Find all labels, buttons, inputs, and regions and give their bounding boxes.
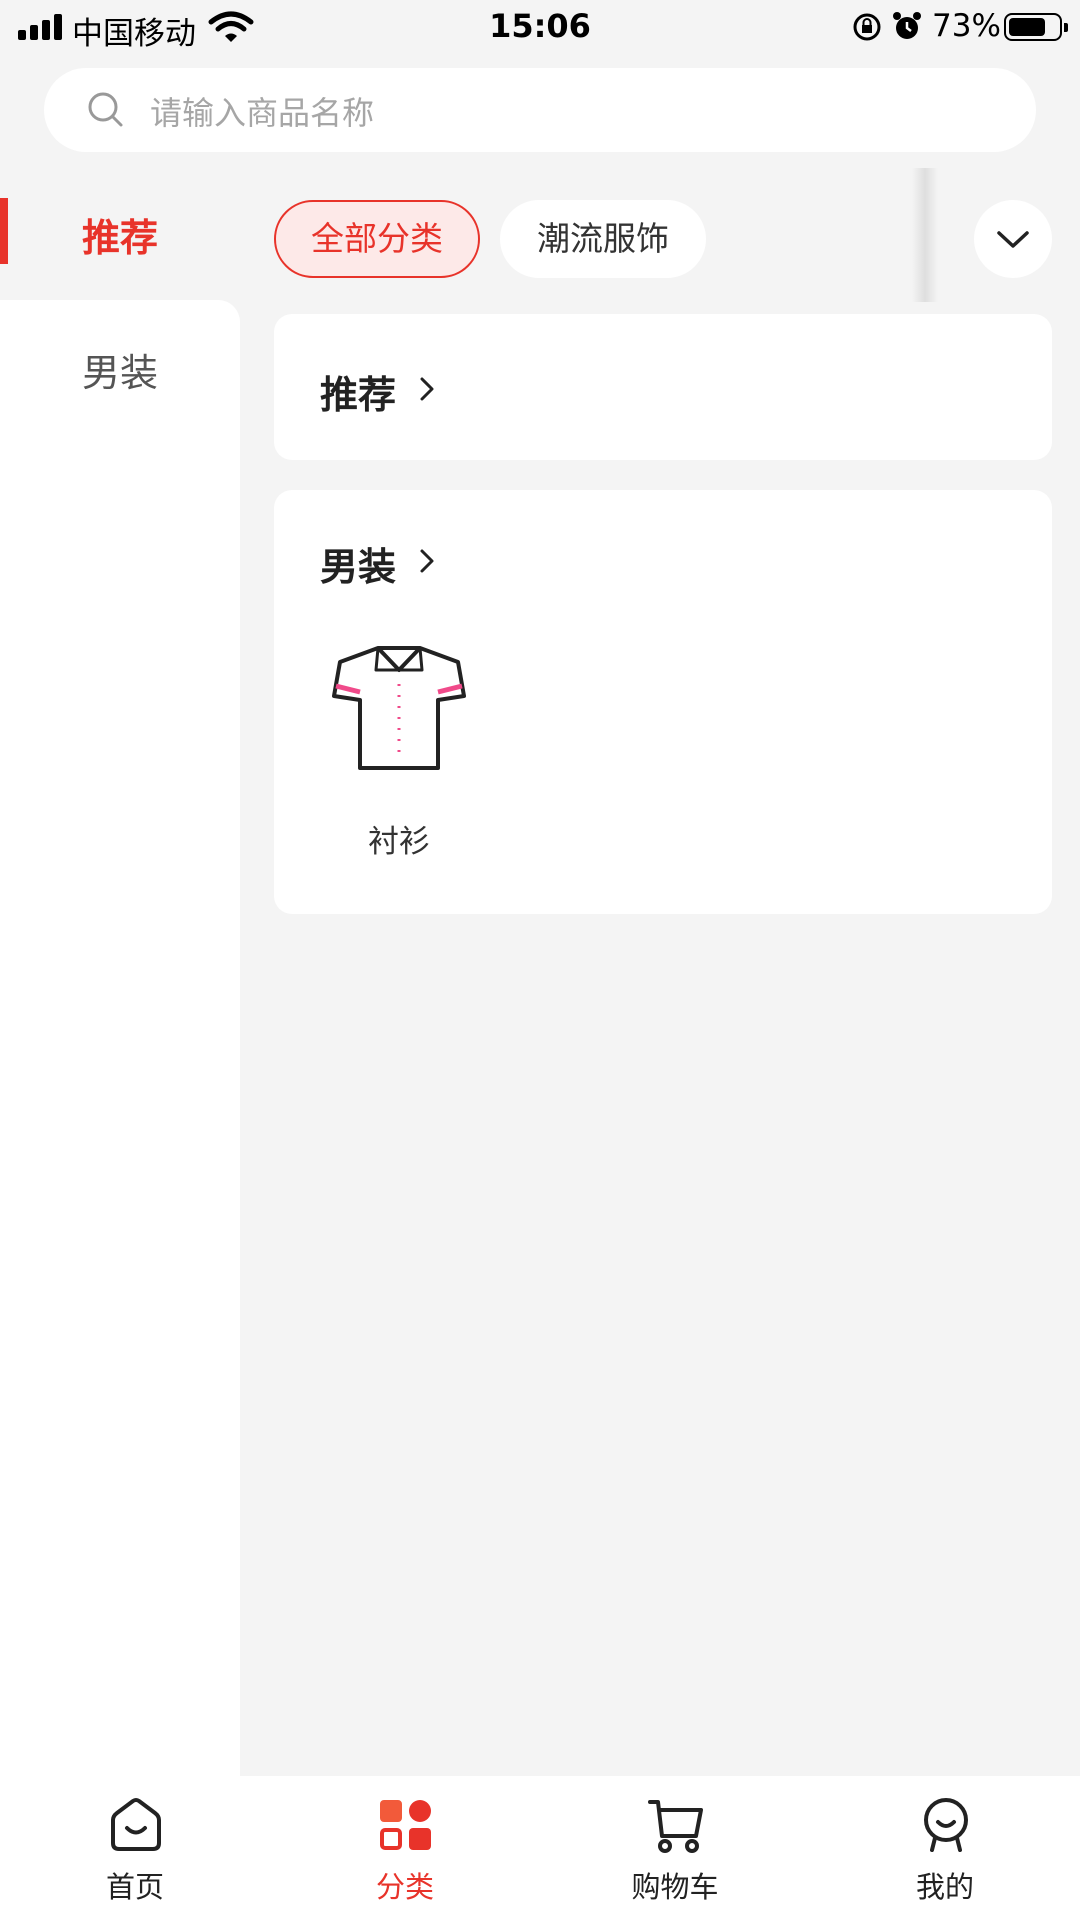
sidebar: 男装: [0, 300, 240, 1776]
sidebar-item-label: 推荐: [81, 216, 158, 260]
nav-label: 首页: [105, 1870, 164, 1904]
app-screen: 中国移动 15:06 73% 请输入商品名称 推荐 男装 全部分类 潮流服饰 推…: [0, 0, 1080, 1920]
chip-scroll-fade: [912, 168, 938, 302]
search-icon: [88, 92, 123, 127]
nav-label: 分类: [375, 1870, 434, 1904]
cart-icon: [648, 1800, 703, 1853]
section-title[interactable]: 男装: [320, 536, 396, 591]
chevron-down-icon: [997, 231, 1029, 248]
home-icon: [111, 1798, 161, 1851]
profile-icon: [924, 1798, 968, 1852]
nav-item-category[interactable]: 分类: [270, 1776, 540, 1920]
search-input[interactable]: 请输入商品名称: [150, 88, 374, 134]
rotation-lock-icon: [853, 13, 881, 41]
section-card-recommend[interactable]: 推荐: [274, 314, 1052, 460]
bottom-nav: 首页 分类 购物车 我的: [0, 1776, 1080, 1920]
expand-categories-button[interactable]: [974, 200, 1052, 278]
section-card-menswear: 男装 衬衫: [274, 490, 1052, 914]
chip-trend-fashion[interactable]: 潮流服饰: [500, 200, 706, 278]
nav-item-profile[interactable]: 我的: [810, 1776, 1080, 1920]
sidebar-item-label: 男装: [81, 351, 158, 395]
category-icon: [380, 1800, 431, 1850]
nav-item-cart[interactable]: 购物车: [540, 1776, 810, 1920]
chip-all-categories[interactable]: 全部分类: [274, 200, 480, 278]
alarm-icon: [893, 12, 921, 39]
nav-label: 我的: [915, 1870, 974, 1904]
sidebar-item-menswear[interactable]: 男装: [0, 300, 240, 430]
subcategory-label: 衬衫: [368, 824, 430, 860]
sidebar-item-recommend[interactable]: 推荐: [0, 180, 240, 300]
nav-label: 购物车: [631, 1870, 719, 1904]
shirt-icon: [332, 646, 466, 770]
nav-item-home[interactable]: 首页: [0, 1776, 270, 1920]
search-bar[interactable]: 请输入商品名称: [44, 68, 1036, 152]
status-bar: 中国移动 15:06 73%: [0, 0, 1080, 56]
chevron-right-icon[interactable]: [416, 546, 438, 576]
chevron-right-icon: [420, 377, 434, 401]
section-title: 推荐: [320, 373, 397, 417]
battery-icon: [1004, 13, 1068, 41]
subcategory-item-shirt[interactable]: 衬衫: [324, 640, 474, 870]
battery-percent: 73%: [932, 8, 1001, 44]
